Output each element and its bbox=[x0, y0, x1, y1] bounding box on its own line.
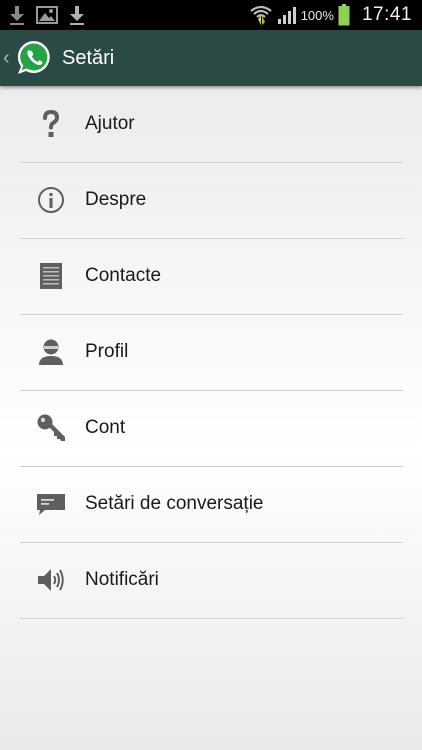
info-icon bbox=[36, 185, 66, 215]
download-icon bbox=[68, 4, 86, 26]
contacts-icon bbox=[36, 261, 66, 291]
battery-percent: 100% bbox=[300, 7, 334, 23]
settings-item-contacts[interactable]: Contacte bbox=[20, 238, 403, 315]
wifi-icon bbox=[249, 4, 273, 26]
settings-item-label: Contacte bbox=[85, 265, 162, 286]
settings-item-label: Setări de conversație bbox=[85, 493, 264, 514]
settings-item-label: Ajutor bbox=[85, 113, 135, 134]
speaker-icon bbox=[36, 565, 66, 595]
signal-icon bbox=[277, 5, 297, 25]
settings-item-notifications[interactable]: Notificări bbox=[20, 542, 403, 619]
settings-item-help[interactable]: Ajutor bbox=[20, 86, 403, 163]
settings-item-chat-settings[interactable]: Setări de conversație bbox=[20, 466, 403, 543]
settings-item-about[interactable]: Despre bbox=[20, 162, 403, 239]
action-bar: ‹ Setări bbox=[0, 30, 422, 86]
profile-icon bbox=[36, 337, 66, 367]
screen-title: Setări bbox=[62, 46, 115, 69]
help-icon bbox=[36, 109, 66, 139]
battery-icon bbox=[338, 4, 350, 26]
settings-item-label: Despre bbox=[85, 189, 147, 210]
key-icon bbox=[36, 413, 66, 443]
chat-icon bbox=[36, 489, 66, 519]
settings-list: Ajutor Despre Contacte Profil Cont Setăr… bbox=[0, 86, 422, 750]
settings-item-label: Profil bbox=[85, 341, 129, 362]
back-chevron-icon[interactable]: ‹ bbox=[3, 47, 15, 70]
system-status: 100% 17:41 bbox=[249, 0, 412, 30]
settings-item-label: Cont bbox=[85, 417, 126, 438]
settings-item-account[interactable]: Cont bbox=[20, 390, 403, 467]
download-icon bbox=[8, 4, 26, 26]
status-bar: 100% 17:41 bbox=[0, 0, 422, 30]
settings-item-label: Notificări bbox=[85, 569, 159, 590]
notification-area bbox=[8, 2, 86, 28]
whatsapp-logo-icon[interactable] bbox=[15, 39, 53, 77]
settings-item-profile[interactable]: Profil bbox=[20, 314, 403, 391]
clock: 17:41 bbox=[361, 4, 412, 25]
image-icon bbox=[36, 5, 58, 25]
